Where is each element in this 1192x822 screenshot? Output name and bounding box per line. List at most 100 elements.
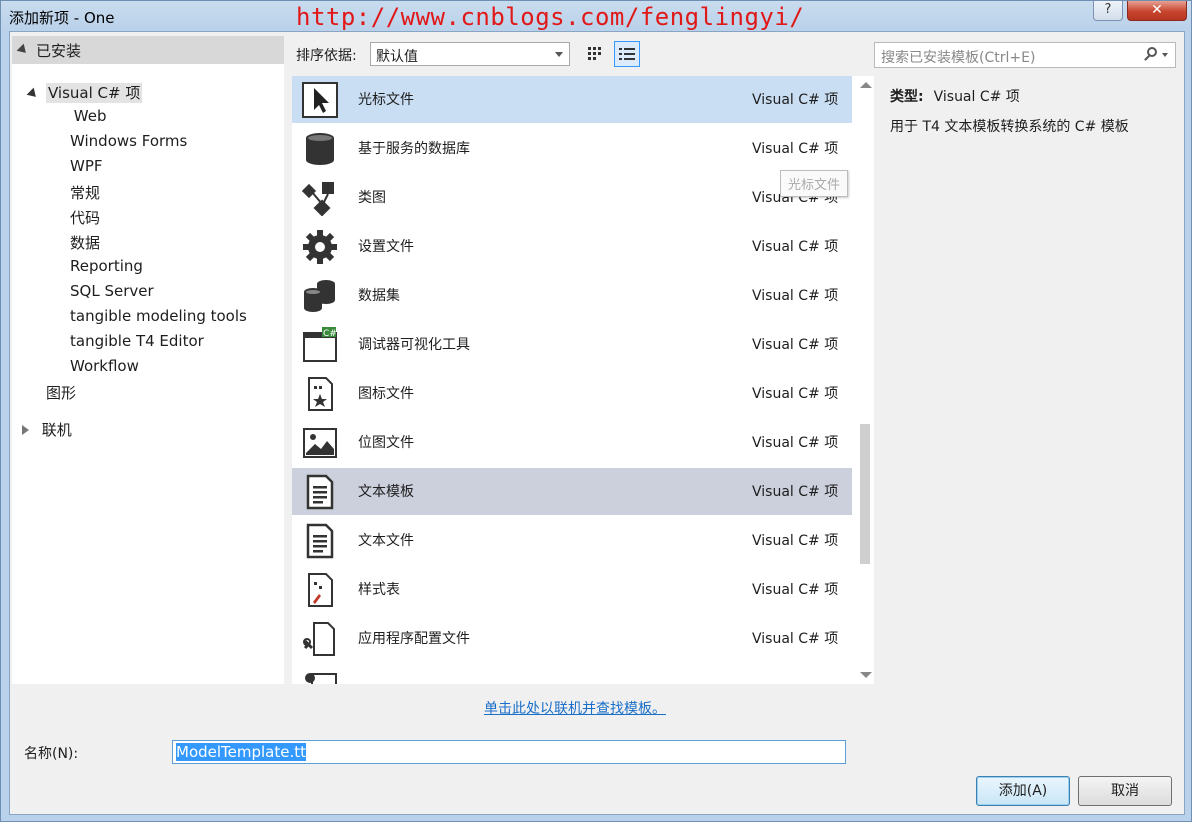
add-button[interactable]: 添加(A) [976, 776, 1070, 806]
partial-item-icon [302, 670, 338, 684]
text-file-icon [302, 523, 338, 559]
template-row[interactable]: 光标文件 Visual C# 项 [292, 76, 852, 123]
tree-node-web[interactable]: Web [54, 107, 106, 125]
template-name: 调试器可视化工具 [358, 337, 470, 353]
template-row-selected[interactable]: 文本模板 Visual C# 项 [292, 468, 852, 515]
dataset-icon [302, 278, 338, 314]
name-input-value: ModelTemplate.tt [176, 743, 307, 761]
title-bar[interactable]: 添加新项 - One http://www.cnblogs.com/fengli… [1, 1, 1191, 31]
small-icons-view-button[interactable] [582, 41, 608, 67]
sort-dropdown[interactable]: 默认值 [370, 42, 570, 66]
template-row[interactable]: 文本文件 Visual C# 项 [292, 517, 852, 564]
template-row[interactable]: 数据集 Visual C# 项 [292, 272, 852, 319]
template-row[interactable]: 设置文件 Visual C# 项 [292, 223, 852, 270]
template-name: 文本模板 [358, 484, 414, 500]
search-placeholder: 搜索已安装模板(Ctrl+E) [881, 50, 1036, 66]
debugger-visualizer-icon: C# [302, 327, 338, 363]
help-button[interactable]: ? [1093, 1, 1123, 21]
scroll-thumb[interactable] [860, 424, 870, 564]
template-name: 光标文件 [358, 92, 414, 108]
details-type-value: Visual C# 项 [933, 89, 1020, 105]
template-row[interactable]: 位图文件 Visual C# 项 [292, 419, 852, 466]
scroll-up-arrow-icon[interactable] [860, 82, 872, 88]
sort-toolbar: 排序依据: 默认值 [294, 40, 674, 68]
template-type: Visual C# 项 [752, 533, 839, 549]
template-type: Visual C# 项 [752, 141, 839, 157]
template-type: Visual C# 项 [752, 484, 839, 500]
dialog-window: 添加新项 - One http://www.cnblogs.com/fengli… [0, 0, 1192, 822]
template-type: Visual C# 项 [752, 386, 839, 402]
tree-node-child[interactable]: Workflow [70, 357, 139, 375]
details-description: 用于 T4 文本模板转换系统的 C# 模板 [890, 119, 1129, 135]
template-name: 文本文件 [358, 533, 414, 549]
icon-file-icon [302, 376, 338, 412]
details-type: 类型: Visual C# 项 [890, 86, 1020, 106]
database-icon [302, 131, 338, 167]
class-diagram-icon [302, 180, 338, 216]
stylesheet-icon [302, 572, 338, 608]
template-name: 类图 [358, 190, 386, 206]
template-type: Visual C# 项 [752, 239, 839, 255]
tree-node-child[interactable]: tangible T4 Editor [70, 332, 204, 350]
cancel-button[interactable]: 取消 [1078, 776, 1172, 806]
template-row[interactable]: 图标文件 Visual C# 项 [292, 370, 852, 417]
gear-icon [302, 229, 338, 265]
expanded-arrow-icon[interactable] [26, 87, 40, 101]
tree-node-child[interactable]: 代码 [70, 207, 100, 228]
tree-node-online[interactable]: 联机 [22, 419, 72, 440]
template-type: Visual C# 项 [752, 582, 839, 598]
sort-selected-value: 默认值 [376, 49, 418, 65]
dialog-body: 已安装 Visual C# 项 Web Windows Forms WPF 常规… [9, 31, 1185, 815]
details-panel: 类型: Visual C# 项 用于 T4 文本模板转换系统的 C# 模板 [876, 76, 1176, 684]
tree-node-graphics[interactable]: 图形 [46, 382, 76, 403]
installed-label: 已安装 [36, 41, 82, 60]
tree-node-child[interactable]: 数据 [70, 232, 100, 253]
tree-node-child[interactable]: Windows Forms [70, 132, 187, 150]
window-title: 添加新项 - One [9, 9, 115, 27]
collapsed-arrow-icon[interactable] [22, 425, 29, 435]
tree-node-child[interactable]: Reporting [70, 257, 143, 275]
template-type: Visual C# 项 [752, 337, 839, 353]
tree-node-label: Web [73, 107, 107, 125]
list-view-button[interactable] [614, 41, 640, 67]
close-button[interactable]: ✕ [1127, 1, 1187, 21]
tree-node-label: 联机 [41, 421, 72, 439]
template-type: Visual C# 项 [752, 435, 839, 451]
sort-label: 排序依据: [296, 48, 357, 64]
search-input[interactable]: 搜索已安装模板(Ctrl+E) [874, 42, 1176, 68]
tree-node-child[interactable]: SQL Server [70, 282, 154, 300]
watermark-url: http://www.cnblogs.com/fenglingyi/ [296, 3, 805, 31]
chevron-down-icon [555, 52, 563, 57]
online-templates-link[interactable]: 单击此处以联机并查找模板。 [484, 698, 666, 718]
tree-node-visual-csharp[interactable]: Visual C# 项 [26, 82, 143, 103]
template-row[interactable]: 基于服务的数据库 Visual C# 项 [292, 125, 852, 172]
template-row[interactable]: 类图 Visual C# 项 [292, 174, 852, 221]
tree-node-installed[interactable]: 已安装 [12, 36, 284, 64]
template-name: 设置文件 [358, 239, 414, 255]
list-view-icon [619, 48, 635, 60]
search-icon[interactable] [1143, 46, 1169, 64]
cursor-icon [302, 82, 338, 118]
name-label: 名称(N): [24, 746, 79, 762]
template-row[interactable]: 样式表 Visual C# 项 [292, 566, 852, 613]
template-row[interactable]: 应用程序配置文件 Visual C# 项 [292, 615, 852, 662]
tree-node-label: Visual C# 项 [46, 83, 143, 103]
scroll-down-arrow-icon[interactable] [860, 672, 872, 678]
svg-text:C#: C# [323, 329, 337, 339]
tree-node-child[interactable]: 常规 [70, 182, 100, 203]
bitmap-icon [302, 425, 338, 461]
list-scrollbar[interactable] [856, 76, 874, 684]
template-name: 图标文件 [358, 386, 414, 402]
expanded-arrow-icon[interactable] [16, 43, 30, 57]
name-input[interactable]: ModelTemplate.tt [172, 740, 846, 764]
template-type: Visual C# 项 [752, 288, 839, 304]
template-row-partial[interactable] [292, 664, 852, 684]
template-row[interactable]: C# 调试器可视化工具 Visual C# 项 [292, 321, 852, 368]
tree-node-child[interactable]: WPF [70, 157, 103, 175]
collapsed-arrow-icon[interactable] [54, 111, 61, 121]
category-tree: 已安装 Visual C# 项 Web Windows Forms WPF 常规… [12, 36, 284, 684]
details-type-label: 类型: [890, 89, 924, 105]
template-type: Visual C# 项 [752, 92, 839, 108]
tree-node-child[interactable]: tangible modeling tools [70, 307, 247, 325]
template-type: Visual C# 项 [752, 631, 839, 647]
